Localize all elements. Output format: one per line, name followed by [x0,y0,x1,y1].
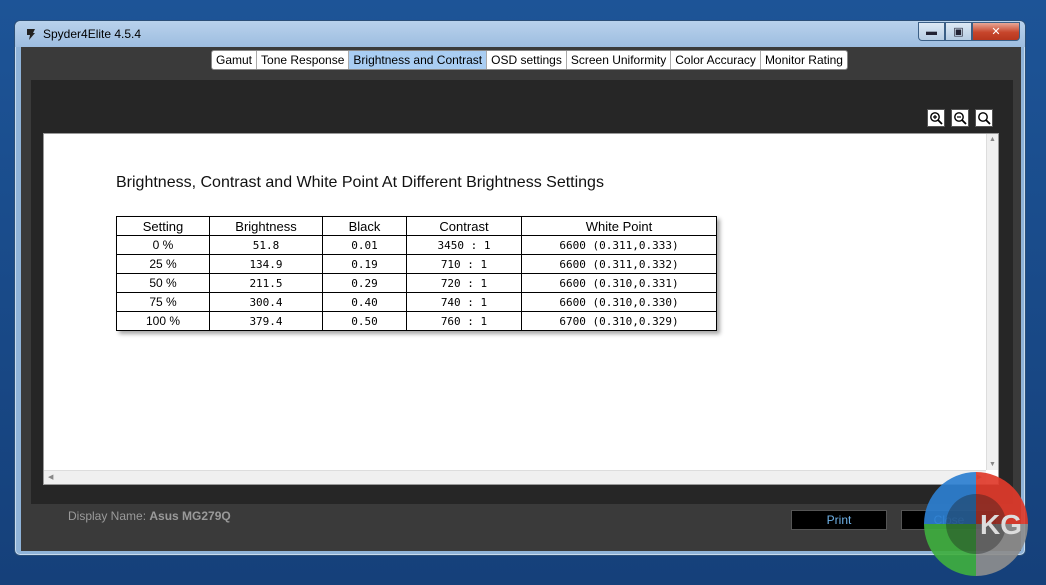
report-title: Brightness, Contrast and White Point At … [116,174,604,191]
cell-white-point: 6600 (0.311,0.332) [521,254,717,274]
zoom-out-button[interactable] [951,109,969,127]
tab-tone-response[interactable]: Tone Response [257,51,350,69]
cell-brightness: 51.8 [209,235,323,255]
table-row: 25 % 134.9 0.19 710 : 1 6600 (0.311,0.33… [116,254,717,274]
cell-black: 0.19 [322,254,407,274]
report-document: Brightness, Contrast and White Point At … [43,133,999,485]
maximize-icon: ▣ [953,26,964,38]
display-name-value: Asus MG279Q [149,509,231,523]
app-window: Spyder4Elite 4.5.4 ▬ ▣ ✕ Gamut Tone Resp… [14,20,1026,556]
tab-color-accuracy[interactable]: Color Accuracy [671,51,761,69]
zoom-fit-button[interactable] [975,109,993,127]
horizontal-scrollbar[interactable]: ◀ ▶ [44,470,986,484]
minimize-icon: ▬ [926,25,937,38]
kg-watermark-logo: KG [924,472,1028,576]
cell-black: 0.01 [322,235,407,255]
scroll-up-icon[interactable]: ▲ [989,136,996,143]
display-name-label: Display Name: [68,509,147,523]
minimize-button[interactable]: ▬ [918,22,945,41]
table-row: 100 % 379.4 0.50 760 : 1 6700 (0.310,0.3… [116,311,717,331]
table-row: 75 % 300.4 0.40 740 : 1 6600 (0.310,0.33… [116,292,717,312]
cell-contrast: 720 : 1 [406,273,522,293]
scroll-down-icon[interactable]: ▼ [989,461,996,468]
cell-setting: 50 % [116,273,210,293]
cell-brightness: 379.4 [209,311,323,331]
cell-setting: 25 % [116,254,210,274]
watermark-text: KG [980,509,1022,540]
report-panel: Brightness, Contrast and White Point At … [31,80,1013,504]
tab-monitor-rating[interactable]: Monitor Rating [761,51,847,69]
cell-brightness: 211.5 [209,273,323,293]
cell-white-point: 6700 (0.310,0.329) [521,311,717,331]
display-name-info: Display Name: Asus MG279Q [68,509,231,523]
cell-setting: 0 % [116,235,210,255]
print-button[interactable]: Print [791,510,887,530]
cell-contrast: 710 : 1 [406,254,522,274]
cell-brightness: 134.9 [209,254,323,274]
tab-screen-uniformity[interactable]: Screen Uniformity [567,51,672,69]
zoom-in-button[interactable] [927,109,945,127]
tab-osd-settings[interactable]: OSD settings [487,51,567,69]
column-header-brightness: Brightness [209,216,323,236]
cell-black: 0.29 [322,273,407,293]
table-header-row: Setting Brightness Black Contrast White … [116,216,717,236]
column-header-setting: Setting [116,216,210,236]
cell-setting: 100 % [116,311,210,331]
client-area: Gamut Tone Response Brightness and Contr… [21,47,1021,551]
table-row: 0 % 51.8 0.01 3450 : 1 6600 (0.311,0.333… [116,235,717,255]
title-bar[interactable]: Spyder4Elite 4.5.4 ▬ ▣ ✕ [15,21,1025,47]
scroll-left-icon[interactable]: ◀ [48,473,53,481]
zoom-in-icon [930,112,943,125]
results-table: Setting Brightness Black Contrast White … [116,216,717,331]
column-header-white-point: White Point [521,216,717,236]
tab-bar: Gamut Tone Response Brightness and Contr… [211,50,848,70]
cell-black: 0.50 [322,311,407,331]
zoom-fit-icon [978,112,991,125]
zoom-out-icon [954,112,967,125]
cell-contrast: 740 : 1 [406,292,522,312]
spyder-app-icon [23,26,39,42]
cell-contrast: 3450 : 1 [406,235,522,255]
column-header-contrast: Contrast [406,216,522,236]
maximize-button[interactable]: ▣ [945,22,972,41]
cell-white-point: 6600 (0.310,0.330) [521,292,717,312]
cell-brightness: 300.4 [209,292,323,312]
tab-brightness-contrast[interactable]: Brightness and Contrast [349,51,488,69]
close-window-button[interactable]: ✕ [972,22,1020,41]
cell-black: 0.40 [322,292,407,312]
cell-contrast: 760 : 1 [406,311,522,331]
close-icon: ✕ [991,26,1001,38]
window-title: Spyder4Elite 4.5.4 [43,27,142,41]
tab-gamut[interactable]: Gamut [212,51,258,69]
cell-white-point: 6600 (0.311,0.333) [521,235,717,255]
table-row: 50 % 211.5 0.29 720 : 1 6600 (0.310,0.33… [116,273,717,293]
cell-setting: 75 % [116,292,210,312]
column-header-black: Black [322,216,407,236]
cell-white-point: 6600 (0.310,0.331) [521,273,717,293]
vertical-scrollbar[interactable]: ▲ ▼ [986,134,998,470]
